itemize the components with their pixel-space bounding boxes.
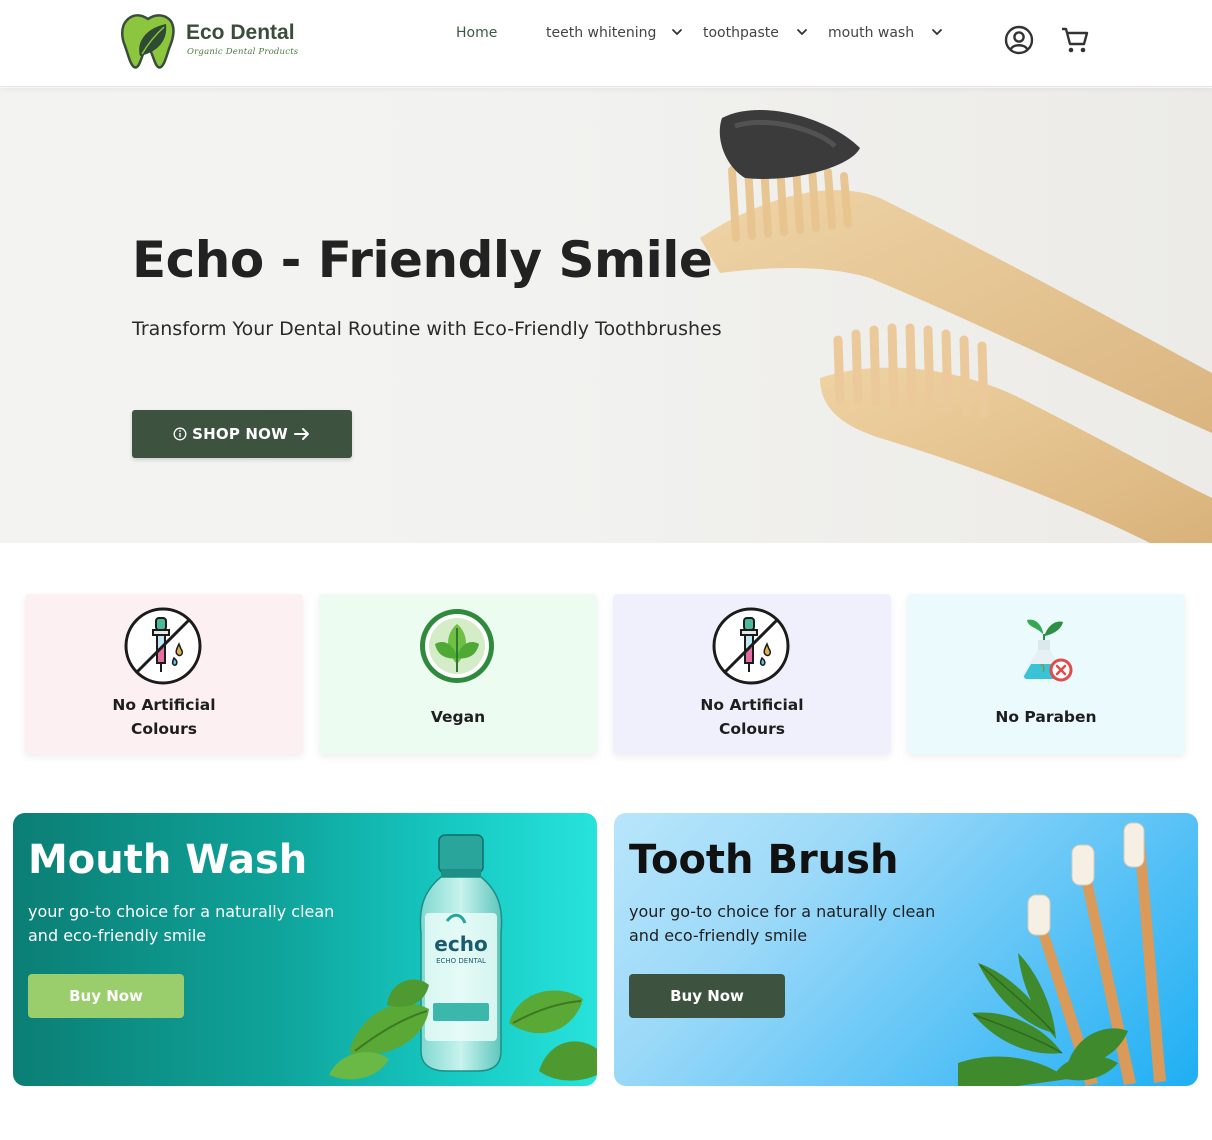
chevron-down-icon[interactable]: [670, 25, 684, 39]
account-icon[interactable]: [1003, 24, 1035, 56]
promo-title: Mouth Wash: [28, 837, 308, 883]
nav-teeth-whitening[interactable]: teeth whitening: [546, 22, 656, 44]
promo-card-mouth-wash: Mouth Wash your go-to choice for a natur…: [13, 813, 597, 1086]
buy-now-button[interactable]: Buy Now: [28, 974, 184, 1018]
vegan-leaf-icon: [420, 609, 494, 683]
feature-card-no-paraben: No Paraben: [907, 594, 1185, 754]
buy-now-button[interactable]: Buy Now: [629, 974, 785, 1018]
brand-name: Eco Dental: [186, 21, 295, 44]
feature-label-line1: No Artificial: [700, 696, 804, 714]
feature-label-line1: No Artificial: [112, 696, 216, 714]
feature-label: Vegan: [319, 705, 597, 729]
bottle-name-label: ECHO DENTAL: [436, 957, 486, 965]
shop-now-label: SHOP NOW: [192, 425, 288, 443]
promo-description: your go-to choice for a naturally clean …: [28, 902, 335, 945]
feature-label: No Artificial Colours: [25, 693, 303, 741]
brand-logo[interactable]: Eco Dental Organic Dental Products: [118, 12, 308, 70]
feature-card-vegan: Vegan: [319, 594, 597, 754]
hero-banner: Echo - Friendly Smile Transform Your Den…: [0, 88, 1212, 543]
brand-tagline: Organic Dental Products: [187, 47, 299, 57]
promo-description: your go-to choice for a naturally clean …: [629, 902, 936, 945]
cart-icon[interactable]: [1059, 24, 1091, 56]
chevron-down-icon[interactable]: [795, 25, 809, 39]
bamboo-toothbrushes-image: [0, 88, 1212, 543]
feature-card-no-artificial-colours-2: No Artificial Colours: [613, 594, 891, 754]
feature-label-line1: Vegan: [430, 708, 486, 726]
nav-toothpaste[interactable]: toothpaste: [703, 22, 779, 44]
no-dropper-icon: [124, 607, 202, 685]
no-dropper-icon: [712, 607, 790, 685]
chevron-down-icon[interactable]: [930, 25, 944, 39]
feature-label: No Artificial Colours: [613, 693, 891, 741]
feature-label-line2: Colours: [131, 720, 197, 738]
promo-title: Tooth Brush: [629, 837, 899, 883]
arrow-right-icon: [293, 428, 309, 440]
bamboo-toothbrush-image: [958, 822, 1166, 1086]
shop-now-button[interactable]: SHOP NOW: [132, 410, 352, 458]
tooth-leaf-logo-icon: [121, 14, 175, 69]
nav-home[interactable]: Home: [456, 22, 497, 44]
hero-subtitle: Transform Your Dental Routine with Eco-F…: [132, 318, 722, 340]
promo-card-tooth-brush: Tooth Brush your go-to choice for a natu…: [614, 813, 1198, 1086]
nav-mouth-wash[interactable]: mouth wash: [828, 22, 914, 44]
no-paraben-flask-icon: [1022, 619, 1073, 682]
feature-label-line1: No Paraben: [995, 708, 1097, 726]
site-header: Eco Dental Organic Dental Products Home …: [0, 0, 1212, 87]
feature-card-no-artificial-colours: No Artificial Colours: [25, 594, 303, 754]
feature-label-line2: Colours: [719, 720, 785, 738]
mouthwash-bottle-image: echo ECHO DENTAL: [329, 834, 597, 1081]
hero-title: Echo - Friendly Smile: [132, 231, 713, 289]
bottle-brand-label: echo: [434, 932, 487, 956]
feature-label: No Paraben: [907, 705, 1185, 729]
info-icon: [173, 427, 187, 441]
